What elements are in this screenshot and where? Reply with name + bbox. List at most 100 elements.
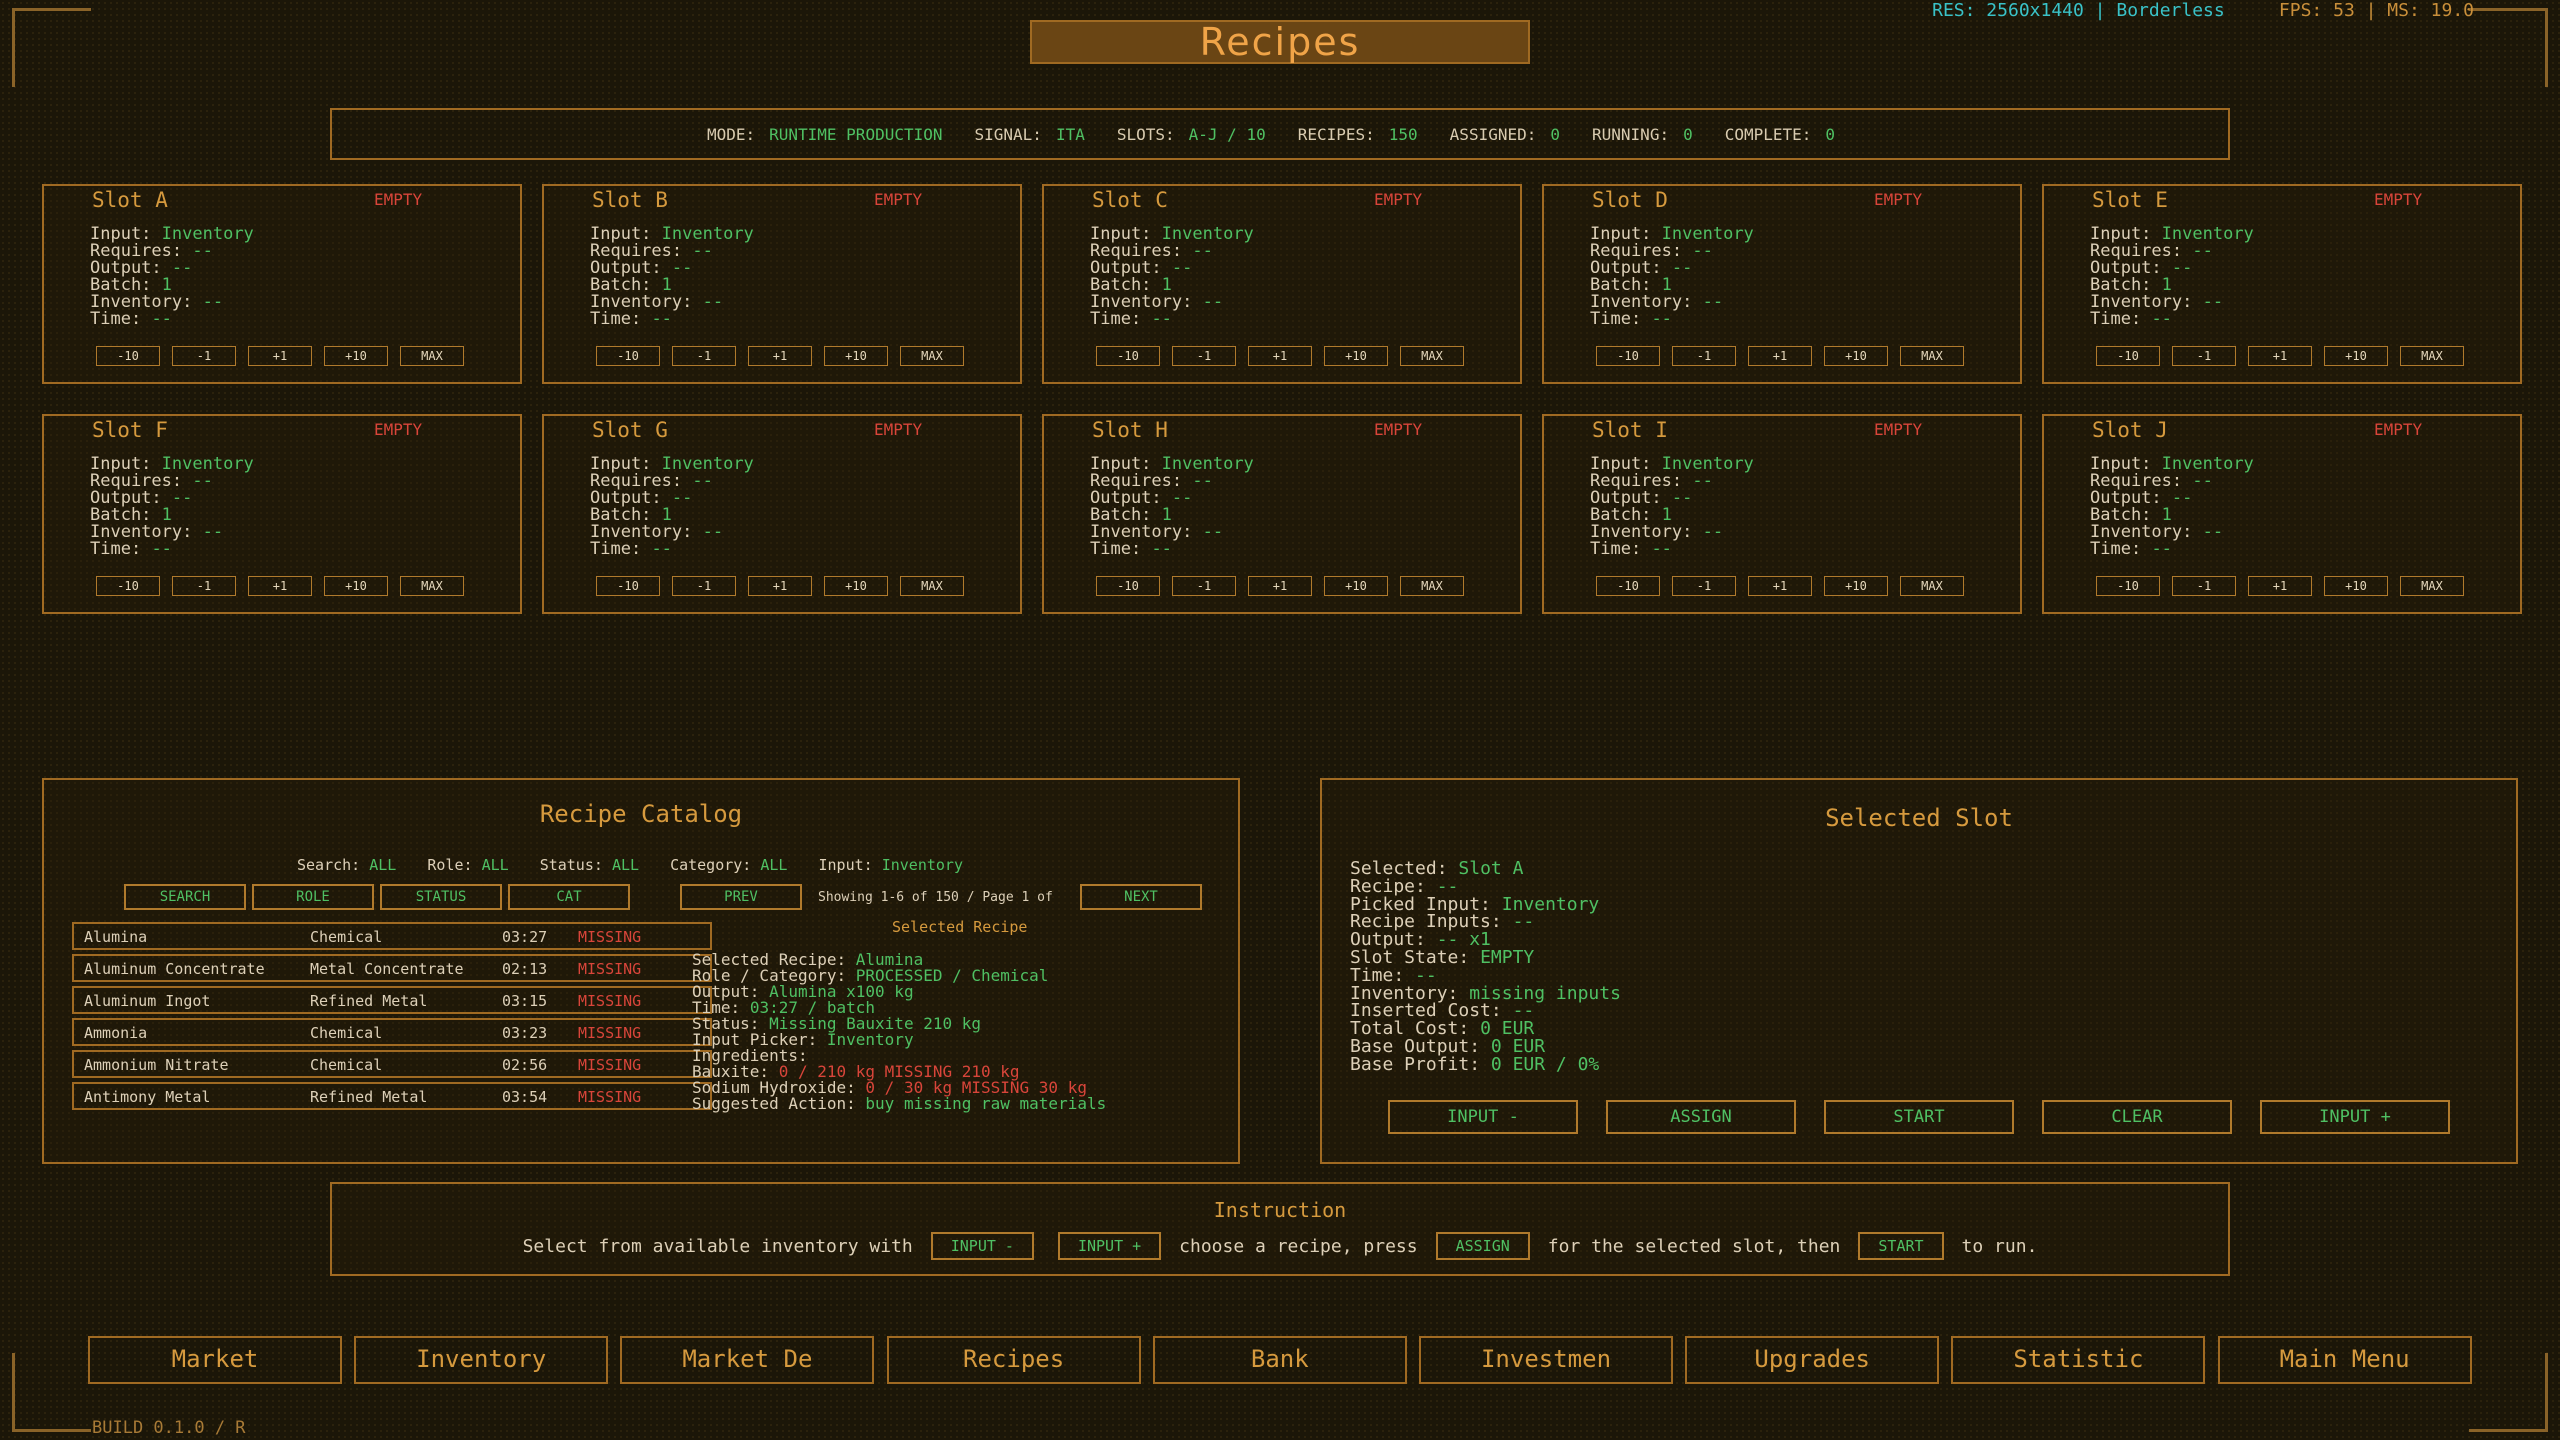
batch-plus-1-button[interactable]: +1 [2248, 576, 2312, 596]
batch-plus-1-button[interactable]: +1 [1748, 576, 1812, 596]
batch-minus-1-button[interactable]: -1 [672, 346, 736, 366]
slot-card[interactable]: Slot H EMPTY Input: Inventory Requires: … [1042, 414, 1522, 614]
instruction-assign-chip[interactable]: ASSIGN [1435, 1232, 1530, 1260]
batch-minus-10-button[interactable]: -10 [1596, 346, 1660, 366]
batch-minus-1-button[interactable]: -1 [2172, 346, 2236, 366]
batch-plus-1-button[interactable]: +1 [248, 346, 312, 366]
batch-max-button[interactable]: MAX [2400, 576, 2464, 596]
batch-minus-10-button[interactable]: -10 [2096, 576, 2160, 596]
slot-card[interactable]: Slot B EMPTY Input: Inventory Requires: … [542, 184, 1022, 384]
search-button[interactable]: SEARCH [124, 884, 246, 910]
category-button[interactable]: CAT [508, 884, 630, 910]
start-button[interactable]: START [1824, 1100, 2014, 1134]
batch-minus-1-button[interactable]: -1 [172, 576, 236, 596]
instruction-start-chip[interactable]: START [1858, 1232, 1944, 1260]
detail-action-label: Suggested Action: [692, 1094, 856, 1113]
batch-plus-10-button[interactable]: +10 [1324, 576, 1388, 596]
status-running-value: 0 [1683, 124, 1693, 144]
batch-max-button[interactable]: MAX [900, 346, 964, 366]
batch-minus-1-button[interactable]: -1 [1172, 576, 1236, 596]
batch-minus-10-button[interactable]: -10 [2096, 346, 2160, 366]
input-minus-button[interactable]: INPUT - [1388, 1100, 1578, 1134]
batch-minus-1-button[interactable]: -1 [1172, 346, 1236, 366]
recipe-row[interactable]: Ammonium Nitrate Chemical 02:56 MISSING [72, 1050, 712, 1078]
nav-statistic-button[interactable]: Statistic [1951, 1336, 2206, 1384]
slot-card[interactable]: Slot D EMPTY Input: Inventory Requires: … [1542, 184, 2022, 384]
role-button[interactable]: ROLE [252, 884, 374, 910]
recipe-detail: Selected Recipe: Alumina Role / Category… [692, 952, 1106, 1112]
batch-minus-1-button[interactable]: -1 [1672, 346, 1736, 366]
nav-market-button[interactable]: Market [88, 1336, 342, 1384]
batch-plus-10-button[interactable]: +10 [2324, 576, 2388, 596]
batch-max-button[interactable]: MAX [1900, 576, 1964, 596]
batch-max-button[interactable]: MAX [1400, 346, 1464, 366]
batch-plus-1-button[interactable]: +1 [1748, 346, 1812, 366]
batch-max-button[interactable]: MAX [2400, 346, 2464, 366]
status-assigned-label: ASSIGNED: [1449, 124, 1537, 144]
nav-market-de-button[interactable]: Market De [620, 1336, 875, 1384]
batch-max-button[interactable]: MAX [1400, 576, 1464, 596]
slot-batch-controls: -10 -1 +1 +10 MAX [596, 576, 964, 596]
batch-minus-10-button[interactable]: -10 [96, 346, 160, 366]
assign-button[interactable]: ASSIGN [1606, 1100, 1796, 1134]
batch-plus-1-button[interactable]: +1 [748, 346, 812, 366]
slot-card[interactable]: Slot J EMPTY Input: Inventory Requires: … [2042, 414, 2522, 614]
batch-max-button[interactable]: MAX [400, 346, 464, 366]
next-page-button[interactable]: NEXT [1080, 884, 1202, 910]
batch-minus-10-button[interactable]: -10 [96, 576, 160, 596]
nav-bank-button[interactable]: Bank [1152, 1336, 1407, 1384]
batch-minus-1-button[interactable]: -1 [172, 346, 236, 366]
batch-plus-1-button[interactable]: +1 [1248, 576, 1312, 596]
batch-plus-10-button[interactable]: +10 [2324, 346, 2388, 366]
slot-card[interactable]: Slot A EMPTY Input: Inventory Requires: … [42, 184, 522, 384]
batch-minus-1-button[interactable]: -1 [2172, 576, 2236, 596]
batch-plus-10-button[interactable]: +10 [324, 576, 388, 596]
batch-minus-10-button[interactable]: -10 [1096, 346, 1160, 366]
batch-max-button[interactable]: MAX [400, 576, 464, 596]
slot-inventory-value: -- [1702, 522, 1724, 542]
status-button[interactable]: STATUS [380, 884, 502, 910]
recipe-row[interactable]: Aluminum Concentrate Metal Concentrate 0… [72, 954, 712, 982]
slot-card[interactable]: Slot C EMPTY Input: Inventory Requires: … [1042, 184, 1522, 384]
batch-minus-10-button[interactable]: -10 [596, 346, 660, 366]
instruction-input-minus-chip[interactable]: INPUT - [930, 1232, 1034, 1260]
slot-card[interactable]: Slot F EMPTY Input: Inventory Requires: … [42, 414, 522, 614]
nav-inventory-button[interactable]: Inventory [354, 1336, 609, 1384]
batch-plus-1-button[interactable]: +1 [248, 576, 312, 596]
nav-investmen-button[interactable]: Investmen [1419, 1336, 1673, 1384]
batch-minus-1-button[interactable]: -1 [1672, 576, 1736, 596]
recipe-row[interactable]: Ammonia Chemical 03:23 MISSING [72, 1018, 712, 1046]
recipe-row[interactable]: Alumina Chemical 03:27 MISSING [72, 922, 712, 950]
batch-plus-10-button[interactable]: +10 [1824, 346, 1888, 366]
batch-plus-10-button[interactable]: +10 [1324, 346, 1388, 366]
batch-max-button[interactable]: MAX [900, 576, 964, 596]
batch-minus-10-button[interactable]: -10 [1596, 576, 1660, 596]
instruction-input-plus-chip[interactable]: INPUT + [1057, 1232, 1162, 1260]
slot-time-value: -- [1651, 309, 1672, 329]
clear-button[interactable]: CLEAR [2042, 1100, 2232, 1134]
slot-card[interactable]: Slot G EMPTY Input: Inventory Requires: … [542, 414, 1022, 614]
batch-minus-10-button[interactable]: -10 [1096, 576, 1160, 596]
nav-main-menu-button[interactable]: Main Menu [2217, 1336, 2472, 1384]
recipe-row[interactable]: Antimony Metal Refined Metal 03:54 MISSI… [72, 1082, 712, 1110]
batch-plus-10-button[interactable]: +10 [1824, 576, 1888, 596]
nav-upgrades-button[interactable]: Upgrades [1685, 1336, 1940, 1384]
batch-minus-1-button[interactable]: -1 [672, 576, 736, 596]
batch-plus-1-button[interactable]: +1 [2248, 346, 2312, 366]
batch-minus-10-button[interactable]: -10 [596, 576, 660, 596]
batch-plus-1-button[interactable]: +1 [1248, 346, 1312, 366]
batch-plus-10-button[interactable]: +10 [824, 576, 888, 596]
batch-max-button[interactable]: MAX [1900, 346, 1964, 366]
batch-plus-1-button[interactable]: +1 [748, 576, 812, 596]
prev-page-button[interactable]: PREV [680, 884, 802, 910]
slot-card[interactable]: Slot E EMPTY Input: Inventory Requires: … [2042, 184, 2522, 384]
batch-plus-10-button[interactable]: +10 [324, 346, 388, 366]
input-plus-button[interactable]: INPUT + [2260, 1100, 2450, 1134]
page-title: Recipes [1030, 20, 1530, 64]
batch-plus-10-button[interactable]: +10 [824, 346, 888, 366]
recipe-name: Ammonium Nitrate [84, 1056, 229, 1074]
nav-recipes-button[interactable]: Recipes [886, 1336, 1141, 1384]
recipe-row[interactable]: Aluminum Ingot Refined Metal 03:15 MISSI… [72, 986, 712, 1014]
slot-state-badge: EMPTY [2374, 420, 2423, 439]
slot-card[interactable]: Slot I EMPTY Input: Inventory Requires: … [1542, 414, 2022, 614]
